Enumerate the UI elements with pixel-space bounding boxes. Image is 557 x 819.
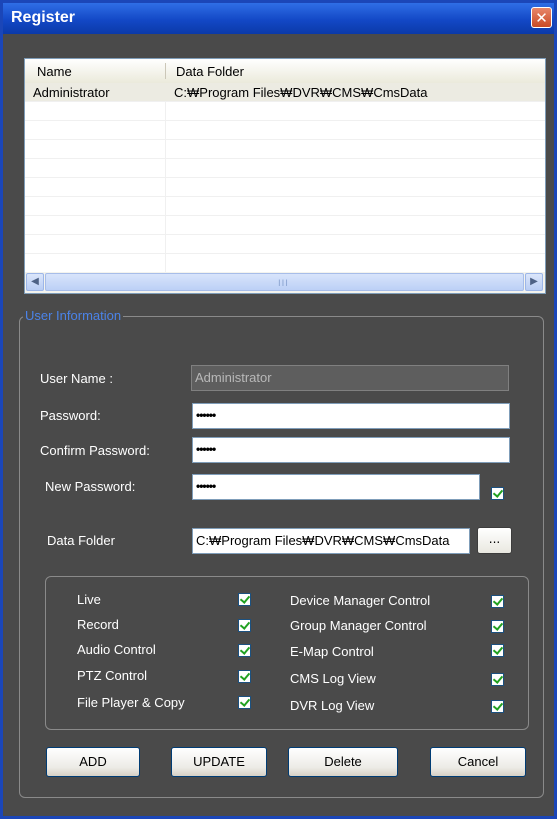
empty-row — [25, 178, 545, 197]
perm-group-manager-checkbox[interactable] — [491, 620, 504, 633]
perm-dvr-log-label: DVR Log View — [290, 698, 375, 713]
perm-record-label: Record — [77, 617, 119, 632]
new-password-field[interactable]: •••••• — [192, 474, 480, 500]
register-dialog: Register ✕ Name Data Folder Administrato… — [0, 0, 557, 819]
column-header-name[interactable]: Name — [37, 64, 72, 79]
perm-cms-log-checkbox[interactable] — [491, 673, 504, 686]
password-label: Password: — [40, 408, 101, 423]
update-button[interactable]: UPDATE — [171, 747, 267, 777]
perm-device-manager-label: Device Manager Control — [290, 593, 431, 608]
perm-live-checkbox[interactable] — [238, 593, 251, 606]
add-button[interactable]: ADD — [46, 747, 140, 777]
empty-row — [25, 121, 545, 140]
list-row[interactable]: Administrator C:₩Program Files₩DVR₩CMS₩C… — [25, 83, 545, 102]
column-header-data-folder[interactable]: Data Folder — [176, 64, 244, 79]
perm-live-label: Live — [77, 592, 101, 607]
perm-emap-control-checkbox[interactable] — [491, 644, 504, 657]
perm-audio-control-label: Audio Control — [77, 642, 156, 657]
empty-row — [25, 102, 545, 121]
perm-device-manager-checkbox[interactable] — [491, 595, 504, 608]
title-bar[interactable]: Register ✕ — [3, 3, 554, 34]
perm-ptz-control-checkbox[interactable] — [238, 670, 251, 683]
list-header: Name Data Folder — [25, 59, 545, 84]
new-password-checkbox[interactable] — [491, 487, 504, 500]
scroll-left-icon[interactable]: ◀ — [26, 273, 44, 291]
scroll-right-icon[interactable]: ▶ — [525, 273, 543, 291]
row-name: Administrator — [33, 85, 110, 100]
cancel-button[interactable]: Cancel — [430, 747, 526, 777]
perm-audio-control-checkbox[interactable] — [238, 644, 251, 657]
perm-file-player-label: File Player & Copy — [77, 695, 185, 710]
perm-ptz-control-label: PTZ Control — [77, 668, 148, 683]
empty-row — [25, 159, 545, 178]
empty-row — [25, 235, 545, 254]
empty-row — [25, 197, 545, 216]
confirm-password-field[interactable]: •••••• — [192, 437, 510, 463]
empty-row — [25, 216, 545, 235]
perm-group-manager-label: Group Manager Control — [290, 618, 427, 633]
empty-row — [25, 140, 545, 159]
password-field[interactable]: •••••• — [192, 403, 510, 429]
scroll-grip: III — [278, 279, 289, 289]
perm-emap-control-label: E-Map Control — [290, 644, 374, 659]
horizontal-scrollbar[interactable]: ◀ III ▶ — [25, 272, 545, 293]
new-password-label: New Password: — [45, 479, 136, 494]
user-list[interactable]: Name Data Folder Administrator C:₩Progra… — [24, 58, 546, 294]
row-data-folder: C:₩Program Files₩DVR₩CMS₩CmsData — [174, 85, 428, 100]
window-title: Register — [11, 9, 76, 26]
browse-button[interactable]: ... — [477, 527, 512, 554]
group-label: User Information — [23, 308, 124, 323]
data-folder-label: Data Folder — [47, 533, 115, 548]
perm-record-checkbox[interactable] — [238, 619, 251, 632]
scroll-thumb[interactable]: III — [45, 273, 524, 291]
close-icon[interactable]: ✕ — [531, 7, 552, 28]
perm-cms-log-label: CMS Log View — [290, 671, 376, 686]
perm-file-player-checkbox[interactable] — [238, 696, 251, 709]
user-name-label: User Name : — [40, 371, 113, 386]
perm-dvr-log-checkbox[interactable] — [491, 700, 504, 713]
confirm-password-label: Confirm Password: — [40, 443, 150, 458]
data-folder-field[interactable]: C:₩Program Files₩DVR₩CMS₩CmsData — [192, 528, 470, 554]
user-name-field: Administrator — [191, 365, 509, 391]
delete-button[interactable]: Delete — [288, 747, 398, 777]
empty-row — [25, 254, 545, 273]
